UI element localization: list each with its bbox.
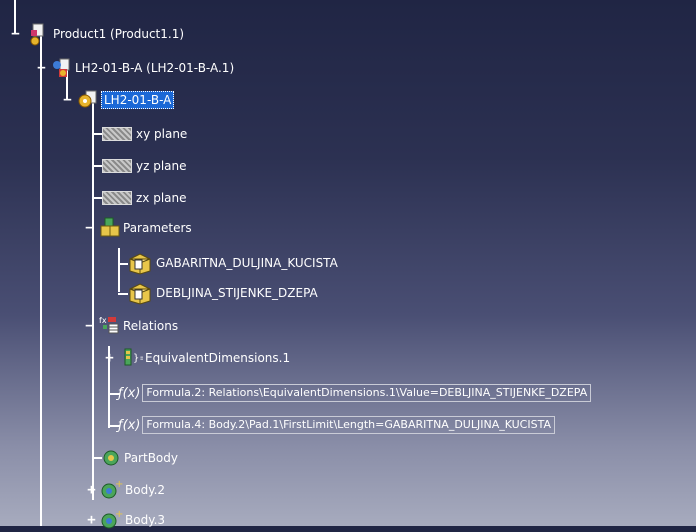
relations-label: Relations [123,319,179,333]
relations-icon: fx [99,316,119,334]
tree-node-xy-plane[interactable]: xy plane [102,122,187,146]
tree-node-yz-plane[interactable]: yz plane [102,154,187,178]
tree-node-parameters[interactable]: − Parameters [84,216,192,240]
tree-node-part[interactable]: − LH2-01-B-A [62,88,175,112]
expand-toggle[interactable]: + [86,483,97,497]
body-icon [103,450,119,466]
plane-label: yz plane [136,159,187,173]
collapse-toggle[interactable]: − [84,319,95,333]
tree-branch [92,133,102,135]
plane-icon [102,127,132,141]
tree-node-body-3[interactable]: + + Body.3 [86,508,165,532]
tree-node-equivalent-dimensions[interactable]: + }= EquivalentDimensions.1 [104,346,290,370]
tree-node-parameter[interactable]: GABARITNA_DULJINA_KUCISTA [126,251,338,275]
svg-text:+: + [115,479,123,490]
body-icon: + [101,509,123,529]
plane-label: zx plane [136,191,187,205]
formula-label: Formula.2: Relations\EquivalentDimension… [142,384,592,402]
tree-branch [92,165,102,167]
tree-node-partbody[interactable]: PartBody [100,446,178,470]
formula-icon: ƒ(x) [118,385,141,401]
collapse-toggle[interactable]: − [36,61,47,75]
formula-icon: ƒ(x) [118,417,141,433]
tree-node-body-2[interactable]: + + Body.2 [86,478,165,502]
component-icon [53,58,70,77]
collapse-toggle[interactable]: − [10,27,21,41]
tree-node-parameter[interactable]: DEBLJINA_STIJENKE_DZEPA [126,281,318,305]
parameter-icon [129,283,151,305]
body-label: Body.2 [125,483,166,497]
partbody-label: PartBody [124,451,178,465]
parameters-label: Parameters [123,221,192,235]
svg-text:fx: fx [99,316,107,325]
plane-icon [102,191,132,205]
plane-label: xy plane [136,127,188,141]
part-label: LH2-01-B-A [101,91,175,109]
svg-text:}=: }= [133,353,143,364]
tree-branch [92,197,102,199]
equivalent-dimensions-label: EquivalentDimensions.1 [145,351,291,365]
equivalent-dimensions-icon: }= [124,348,143,366]
tree-line [118,248,120,292]
tree-node-formula[interactable]: ƒ(x) Formula.2: Relations\EquivalentDime… [118,381,592,405]
parameter-label: GABARITNA_DULJINA_KUCISTA [156,256,338,270]
collapse-toggle[interactable]: − [84,221,95,235]
tree-node-component[interactable]: − LH2-01-B-A (LH2-01-B-A.1) [36,56,234,80]
parameters-icon [100,217,120,237]
tree-node-zx-plane[interactable]: zx plane [102,186,187,210]
plane-icon [102,159,132,173]
svg-text:+: + [115,509,123,520]
parameter-icon [129,253,151,275]
tree-line [40,34,42,526]
tree-node-relations[interactable]: − fx Relations [84,314,178,338]
specification-tree: − Product1 (Product1.1) − LH2-01-B-A (LH… [0,0,696,529]
part-icon [78,90,97,108]
collapse-toggle[interactable]: − [62,93,73,107]
product-label: Product1 (Product1.1) [53,27,185,41]
body-icon: + [101,479,123,499]
expand-toggle[interactable]: + [104,351,115,365]
formula-label: Formula.4: Body.2\Pad.1\FirstLimit\Lengt… [142,416,555,434]
tree-node-product[interactable]: − Product1 (Product1.1) [10,22,184,46]
tree-line [92,100,94,500]
component-label: LH2-01-B-A (LH2-01-B-A.1) [75,61,235,75]
expand-toggle[interactable]: + [86,513,97,527]
tree-node-formula[interactable]: ƒ(x) Formula.4: Body.2\Pad.1\FirstLimit\… [118,413,555,437]
parameter-label: DEBLJINA_STIJENKE_DZEPA [156,286,318,300]
product-icon [30,23,44,46]
